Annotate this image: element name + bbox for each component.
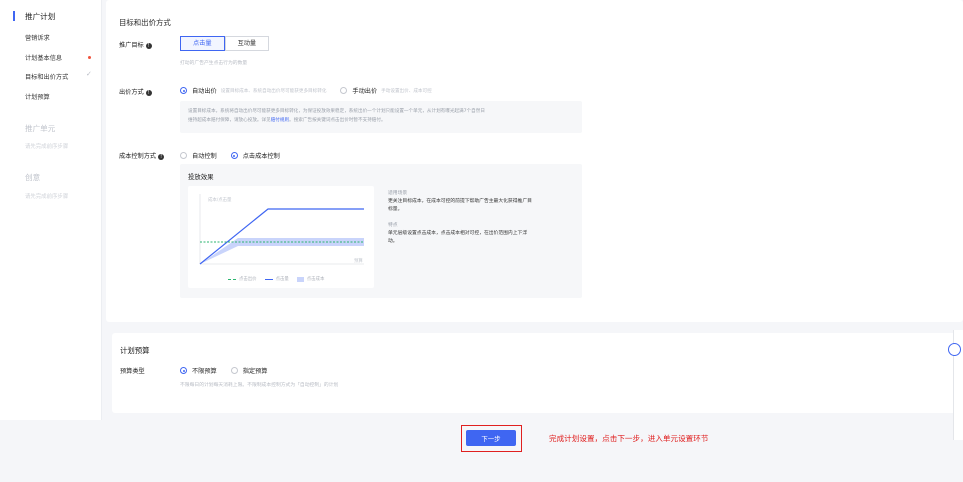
manual-bid-label: 手动出价 xyxy=(352,88,378,95)
info-icon[interactable]: ! xyxy=(145,90,152,96)
page: 推广计划 营销诉求 计划基本信息 目标和出价方式 ✓ 计划预算 推广单元 请先完… xyxy=(0,0,963,482)
sidebar-creative-hint: 请先完成前序步骤 xyxy=(25,194,69,200)
goal-hint: 打动的广告产生点击行为的数量 xyxy=(180,61,248,66)
auto-bid-label: 自动出价 xyxy=(192,88,217,95)
legend-item-cost: 点击成本 xyxy=(296,276,324,282)
feature-line-1: 单元层级设置点击成本，点击成本相对可控，在出价范围内上下浮 xyxy=(388,231,528,236)
specified-budget-label: 指定预算 xyxy=(242,368,268,375)
goal-option-clicks[interactable]: 点击量 xyxy=(180,36,225,51)
section-title: 目标和出价方式 xyxy=(119,18,171,27)
sidebar-group-unit: 推广单元 xyxy=(25,124,56,133)
budget-title: 计划预算 xyxy=(120,346,150,355)
effect-panel: 投放效果 成本/点击量 预算 点击出价 点击量 点击成本 适用场景 更关注目标成… xyxy=(180,164,582,298)
sidebar-group-plan[interactable]: 推广计划 xyxy=(25,11,55,22)
radio-unlimited-budget[interactable] xyxy=(180,367,187,374)
bid-method-label: 出价方式! xyxy=(119,89,152,96)
unlimited-budget-label: 不限预算 xyxy=(192,368,217,375)
next-button-highlight: 下一步 xyxy=(461,425,522,452)
next-button[interactable]: 下一步 xyxy=(466,430,516,446)
goal-label: 推广目标! xyxy=(119,42,152,49)
radio-specified-budget[interactable] xyxy=(230,367,238,374)
feature-line-2: 动。 xyxy=(388,239,398,244)
info-icon[interactable]: ! xyxy=(145,43,152,49)
chart-legend: 点击出价 点击量 点击成本 xyxy=(228,276,332,282)
feature-title: 特点 xyxy=(388,223,398,228)
radio-click-cost-control[interactable] xyxy=(230,152,238,159)
sidebar-item-marketing-demand[interactable]: 营销诉求 xyxy=(25,33,50,42)
info-icon[interactable]: ! xyxy=(158,154,165,160)
sidebar-item-basic-info[interactable]: 计划基本信息 xyxy=(25,53,62,62)
compensation-rules-link[interactable]: 赔付规则 xyxy=(271,118,289,123)
budget-type-radios: 不限预算 指定预算 xyxy=(180,366,272,375)
auto-control-label: 自动控制 xyxy=(192,153,217,160)
series-click-volume-line xyxy=(199,208,364,265)
desc-line-2: 维持超成本赔付保障，请放心投放。详见赔付规则。搜索广告按关键词点击出价时暂不支持… xyxy=(188,118,386,123)
error-dot-icon xyxy=(88,56,91,59)
scenario-line-2: 标量。 xyxy=(388,207,403,212)
budget-type-label: 预算类型 xyxy=(120,368,145,375)
chart-ylabel: 成本/点击量 xyxy=(208,198,232,203)
legend-item-bid: 点击出价 xyxy=(228,276,257,282)
chart-xlabel: 预算 xyxy=(354,259,363,264)
radio-manual-bid[interactable] xyxy=(340,87,348,94)
effect-chart: 成本/点击量 预算 点击出价 点击量 点击成本 xyxy=(188,186,374,288)
cost-control-radios: 自动控制 点击成本控制 xyxy=(180,151,284,160)
radio-auto-control[interactable] xyxy=(180,152,187,159)
sidebar-item-bid-method[interactable]: 目标和出价方式 xyxy=(25,72,68,81)
bid-description: 设置目标成本，系统将自动出价尽可能获更多目标转化，为保证投放效果稳定，系统出价一… xyxy=(180,101,582,133)
help-circle-icon[interactable] xyxy=(948,343,961,356)
bid-method-radios: 自动出价 设置目标成本、系统自动出价尽可能获更多目标转化 手动出价 手动设置出价… xyxy=(180,86,446,95)
effect-title: 投放效果 xyxy=(188,173,214,181)
radio-auto-bid[interactable] xyxy=(180,87,187,94)
desc-line-1: 设置目标成本，系统将自动出价尽可能获更多目标转化，为保证投放效果稳定，系统出价一… xyxy=(188,109,485,114)
budget-section-card: 计划预算 预算类型 不限预算 指定预算 不限每日的计划每天消耗上限。不限制成本控… xyxy=(112,333,963,413)
sidebar-unit-hint: 请先完成前序步骤 xyxy=(25,144,69,150)
goal-segmented-control: 点击量 互动量 xyxy=(180,36,270,51)
active-indicator xyxy=(13,11,15,21)
manual-bid-sub: 手动设置出价、成本可控 xyxy=(381,88,432,94)
sidebar-group-creative: 创意 xyxy=(25,173,41,182)
scenario-line-1: 更关注目标成本，在成本可控的前提下帮助广告主最大化获得推广目 xyxy=(388,199,532,204)
cost-control-label: 成本控制方式! xyxy=(119,153,165,160)
goal-option-interactions[interactable]: 互动量 xyxy=(224,36,270,51)
legend-item-clicks: 点击量 xyxy=(264,276,289,282)
sidebar-item-budget[interactable]: 计划预算 xyxy=(25,92,50,101)
auto-bid-sub: 设置目标成本、系统自动出价尽可能获更多目标转化 xyxy=(220,88,327,94)
check-icon: ✓ xyxy=(86,70,92,78)
sidebar: 推广计划 营销诉求 计划基本信息 目标和出价方式 ✓ 计划预算 推广单元 请先完… xyxy=(0,0,102,420)
scenario-title: 适用场景 xyxy=(388,191,408,196)
click-cost-control-label: 点击成本控制 xyxy=(242,153,280,160)
instruction-annotation: 完成计划设置，点击下一步，进入单元设置环节 xyxy=(549,434,709,443)
budget-hint: 不限每日的计划每天消耗上限。不限制成本控制方式为「自动控制」的计划 xyxy=(180,383,339,388)
